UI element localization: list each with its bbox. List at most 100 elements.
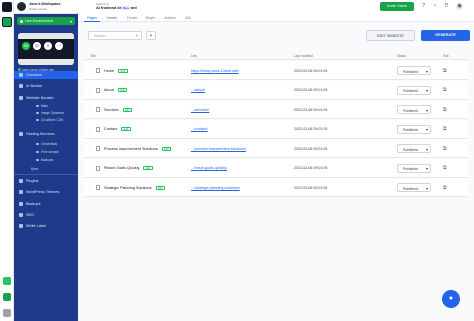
chat-bubble-icon[interactable]: ● bbox=[442, 290, 460, 308]
status-select[interactable]: Published ▾ bbox=[397, 124, 431, 134]
sidebar-item-seo[interactable]: SEO bbox=[14, 211, 78, 219]
tenweb-logo-icon[interactable] bbox=[2, 2, 12, 12]
site-preview[interactable]: W ◎ ‖ ⋯ bbox=[18, 33, 74, 65]
open-editor-icon[interactable]: ⧉ bbox=[443, 165, 447, 171]
generate-button[interactable]: GENERATE bbox=[421, 30, 470, 41]
open-editor-icon[interactable]: ⧉ bbox=[443, 185, 447, 191]
tab-404[interactable]: 404 bbox=[182, 15, 194, 22]
open-editor-icon[interactable]: ⧉ bbox=[443, 68, 447, 74]
status-select[interactable]: Published ▾ bbox=[397, 85, 431, 95]
last-modified: 2023-03-06 09:01:05 bbox=[294, 166, 328, 170]
user-avatar[interactable]: ◉ bbox=[456, 3, 463, 10]
table-row[interactable]: ⋮ Strategic Planning Solutions Edit .../str… bbox=[84, 178, 468, 197]
edit-badge[interactable]: Edit bbox=[143, 166, 153, 170]
page-link[interactable]: .../strategic-planning-solutions/ bbox=[191, 186, 240, 190]
page-title-cell[interactable]: Strategic Planning Solutions Edit bbox=[104, 185, 165, 190]
drag-handle-icon[interactable]: ⋮ bbox=[88, 89, 92, 93]
edit-badge[interactable]: Edit bbox=[161, 146, 172, 151]
edit-badge[interactable]: Edit bbox=[118, 68, 128, 73]
page-title-cell[interactable]: Reach Goals Quickly Edit bbox=[104, 166, 153, 170]
sidebar-item-backups[interactable]: Backups bbox=[14, 200, 78, 208]
sidebar-item-website-booster[interactable]: Website Booster bbox=[14, 94, 78, 102]
top-bar bbox=[78, 0, 474, 14]
add-page-button[interactable]: + bbox=[146, 31, 156, 40]
sidebar-item-wordpress-themes[interactable]: WordPress Themes bbox=[14, 188, 78, 196]
table-row[interactable]: ⋮ Contact Edit .../contact/2023-03-06 09:01… bbox=[84, 119, 468, 139]
sidebar-item-ai-builder[interactable]: AI Builder bbox=[14, 82, 78, 90]
wordpress-icon[interactable]: W bbox=[22, 42, 30, 50]
open-editor-icon[interactable]: ⧉ bbox=[443, 107, 447, 113]
settings-icon[interactable] bbox=[3, 309, 11, 317]
page-title-cell[interactable]: Home Edit bbox=[104, 68, 128, 73]
pause-icon[interactable]: ‖ bbox=[44, 42, 52, 50]
drag-handle-icon[interactable]: ⋮ bbox=[88, 69, 92, 73]
column-link: Link bbox=[191, 54, 197, 58]
active-site-icon[interactable] bbox=[2, 17, 12, 27]
column-status: Status bbox=[397, 54, 407, 58]
sidebar-item-plugins[interactable]: Plugins bbox=[14, 177, 78, 185]
sidebar-subitem-main[interactable]: Main bbox=[14, 103, 78, 109]
edit-badge[interactable]: Edit bbox=[117, 88, 128, 92]
page-link[interactable]: .../reach-goals-quickly/ bbox=[191, 166, 227, 170]
breadcrumb[interactable]: Search ai bbox=[96, 2, 109, 6]
table-row[interactable]: ⋮ Reach Goals Quickly Edit .../reach-goals-… bbox=[84, 158, 468, 178]
grid-apps-icon[interactable]: ⠿ bbox=[443, 3, 450, 10]
tab-single[interactable]: Single bbox=[142, 15, 158, 22]
page-title-cell[interactable]: About Edit bbox=[104, 88, 128, 92]
drag-handle-icon[interactable]: ⋮ bbox=[88, 128, 92, 132]
status-select[interactable]: Published ▾ bbox=[397, 144, 431, 153]
environment-selector[interactable]: Live Environment ▾ bbox=[17, 17, 75, 25]
page-link[interactable]: .../process-improvement-solutions/ bbox=[191, 147, 246, 151]
page-title-cell[interactable]: Process Improvement Solutions Edit bbox=[104, 146, 172, 151]
sidebar-subitem-backups[interactable]: Backups bbox=[14, 157, 78, 163]
sidebar-item-overview[interactable]: Overview bbox=[14, 71, 78, 79]
notification-bell-icon[interactable]: ◔ bbox=[431, 3, 438, 10]
open-editor-icon[interactable]: ⧉ bbox=[443, 126, 447, 132]
drag-handle-icon[interactable]: ⋮ bbox=[88, 186, 92, 190]
page-link[interactable]: https://funny-stork.10web.site/ bbox=[191, 69, 239, 73]
sidebar-subitem-free-domain[interactable]: Free domain bbox=[14, 149, 78, 155]
chat-support-icon[interactable] bbox=[3, 293, 11, 301]
sidebar-subitem-more[interactable]: More bbox=[14, 166, 78, 172]
tab-archive[interactable]: Archive bbox=[162, 15, 178, 22]
tab-header[interactable]: Header bbox=[104, 15, 120, 22]
open-editor-icon[interactable]: ⧉ bbox=[443, 146, 447, 152]
search-input[interactable]: Search... ⌕ bbox=[88, 31, 142, 40]
status-select[interactable]: Published ▾ bbox=[397, 66, 431, 75]
table-row[interactable]: ⋮ Services Edit .../services/2023-03-06 09:… bbox=[84, 100, 468, 119]
status-select[interactable]: Published ▾ bbox=[397, 105, 431, 114]
drag-handle-icon[interactable]: ⋮ bbox=[88, 147, 92, 151]
table-row[interactable]: ⋮ Process Improvement Solutions Edit .../pr… bbox=[84, 139, 468, 158]
edit-badge[interactable]: Edit bbox=[122, 107, 133, 112]
sidebar-item-white-label[interactable]: White Label bbox=[14, 222, 78, 230]
help-icon[interactable]: ? bbox=[420, 3, 427, 10]
invite-users-button[interactable]: Invite Users bbox=[380, 2, 414, 11]
white-label-icon bbox=[19, 224, 23, 228]
sidebar-subitem-image-optimizer[interactable]: Image Optimizer bbox=[14, 110, 78, 116]
page-link[interactable]: .../about/ bbox=[191, 88, 205, 92]
page-link[interactable]: .../contact/ bbox=[191, 127, 208, 131]
sidebar-subitem-label: Credentials bbox=[41, 142, 58, 147]
sidebar-subitem-cloudflare-cdn[interactable]: Cloudflare CDN bbox=[14, 117, 78, 123]
sidebar-subitem-credentials[interactable]: Credentials bbox=[14, 141, 78, 147]
tab-pages[interactable]: Pages bbox=[84, 15, 100, 22]
table-row[interactable]: ⋮ Home Edit https://funny-stork.10web.site/… bbox=[84, 61, 468, 80]
edit-badge[interactable]: Edit bbox=[121, 127, 131, 131]
drag-handle-icon[interactable]: ⋮ bbox=[88, 108, 92, 112]
edit-website-button[interactable]: EDIT WEBSITE bbox=[366, 30, 415, 41]
status-select[interactable]: Published ▾ bbox=[397, 163, 431, 173]
open-editor-icon[interactable]: ⧉ bbox=[443, 87, 447, 93]
workspace-switcher[interactable]: Juno's Workspace Studio Owner bbox=[14, 0, 78, 14]
page-title-cell[interactable]: Services Edit bbox=[104, 107, 133, 112]
status-select[interactable]: Published ▾ bbox=[397, 183, 431, 192]
edit-badge[interactable]: Edit bbox=[155, 185, 165, 190]
preview-icon[interactable]: ◎ bbox=[33, 42, 41, 50]
more-icon[interactable]: ⋯ bbox=[55, 42, 63, 50]
table-row[interactable]: ⋮ About Edit .../about/2023-03-06 09:01:05 P… bbox=[84, 80, 468, 100]
page-link[interactable]: .../services/ bbox=[191, 108, 209, 112]
refer-icon[interactable] bbox=[3, 277, 11, 285]
drag-handle-icon[interactable]: ⋮ bbox=[88, 167, 92, 171]
page-title-cell[interactable]: Contact Edit bbox=[104, 127, 131, 131]
tab-footer[interactable]: Footer bbox=[124, 15, 140, 22]
sidebar-item-hosting-services[interactable]: Hosting Services bbox=[14, 130, 78, 138]
